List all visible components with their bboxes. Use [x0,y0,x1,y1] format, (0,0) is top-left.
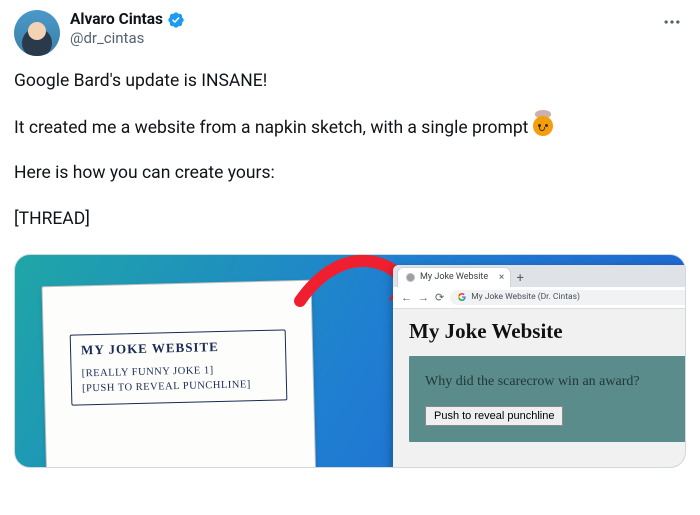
sketch-row-2: [PUSH TO REVEAL PUNCHLINE] [82,378,276,394]
joke-panel: Why did the scarecrow win an award? Push… [409,356,686,442]
tweet-container: Alvaro Cintas @dr_cintas Google Bard's u… [0,0,700,232]
tweet-line-1: Google Bard's update is INSANE! [14,70,686,94]
close-tab-icon[interactable]: × [499,272,504,283]
sketch-title: MY JOKE WEBSITE [81,337,275,358]
display-name[interactable]: Alvaro Cintas [70,10,163,29]
more-options-button[interactable] [658,10,686,38]
tweet-line-2: It created me a website from a napkin sk… [14,116,686,141]
browser-tabstrip: My Joke Website × + [393,265,686,287]
joke-question: Why did the scarecrow win an award? [425,374,686,390]
reload-icon[interactable]: ⟳ [435,291,444,304]
google-g-icon [458,293,466,301]
rendered-page: My Joke Website Why did the scarecrow wi… [393,309,686,468]
new-tab-button[interactable]: + [511,271,529,287]
tweet-body: Google Bard's update is INSANE! It creat… [14,70,686,232]
tweet-line-4: [THREAD] [14,208,686,232]
napkin-sketch: MY JOKE WEBSITE [REALLY FUNNY JOKE 1] [P… [41,279,318,467]
verified-badge-icon [167,11,185,29]
user-names: Alvaro Cintas @dr_cintas [70,10,185,48]
reveal-punchline-button[interactable]: Push to reveal punchline [425,406,563,426]
tweet-media[interactable]: MY JOKE WEBSITE [REALLY FUNNY JOKE 1] [P… [14,254,686,468]
browser-window: My Joke Website × + ← → ⟳ My Joke Websit… [393,265,686,468]
ellipsis-icon [662,12,682,32]
address-bar[interactable]: My Joke Website (Dr. Cintas) [450,290,686,305]
avatar[interactable] [14,10,60,56]
nav-back-icon[interactable]: ← [401,291,412,304]
user-handle[interactable]: @dr_cintas [70,29,185,48]
nav-forward-icon[interactable]: → [418,291,429,304]
sketch-box: MY JOKE WEBSITE [REALLY FUNNY JOKE 1] [P… [70,329,288,405]
address-text: My Joke Website (Dr. Cintas) [471,292,580,302]
browser-tab[interactable]: My Joke Website × [397,267,511,287]
page-title: My Joke Website [409,319,686,344]
tweet-line-3: Here is how you can create yours: [14,162,686,186]
tweet-header: Alvaro Cintas @dr_cintas [14,10,686,56]
mind-blown-emoji-icon [533,116,553,136]
favicon-icon [406,273,415,282]
browser-toolbar: ← → ⟳ My Joke Website (Dr. Cintas) [393,287,686,309]
sketch-row-1: [REALLY FUNNY JOKE 1] [82,363,276,379]
tab-title: My Joke Website [420,272,488,282]
